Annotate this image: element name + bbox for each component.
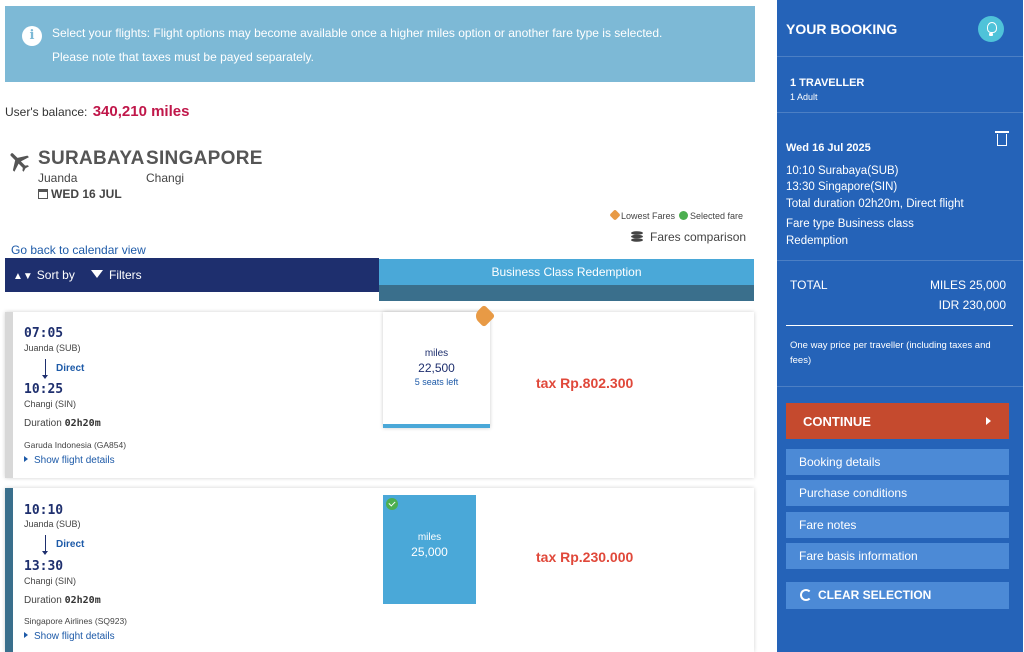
banner-line-2: Please note that taxes must be payed sep… xyxy=(52,50,314,64)
banner-line-1: Select your flights: Flight options may … xyxy=(52,26,663,40)
traveller-type: 1 Adult xyxy=(790,92,818,102)
flight-duration: Duration 02h20m xyxy=(24,418,101,429)
travel-date-text: WED 16 JUL xyxy=(51,187,122,201)
balance-value: 340,210 miles xyxy=(92,103,190,120)
origin-airport: Juanda xyxy=(38,171,78,185)
show-flight-details-link[interactable]: Show flight details xyxy=(24,631,115,642)
arrival-time: 13:30 xyxy=(24,559,64,574)
booking-fare-type-2: Redemption xyxy=(786,235,849,247)
balance-label: User's balance: xyxy=(5,105,88,119)
plane-icon xyxy=(10,153,29,172)
tax-amount: tax Rp.230.000 xyxy=(536,549,634,565)
departure-airport: Juanda (SUB) xyxy=(24,343,81,353)
fare-miles-amount: 25,000 xyxy=(411,545,448,559)
booking-details-link[interactable]: Booking details xyxy=(786,449,1009,475)
booking-departure: 10:10 Surabaya(SUB) xyxy=(786,165,899,177)
user-balance: User's balance: 340,210 miles xyxy=(5,103,189,120)
traveller-count: 1 TRAVELLER xyxy=(790,77,865,89)
airline-name: Garuda Indonesia (GA854) xyxy=(24,440,127,450)
airline-name: Singapore Airlines (SQ923) xyxy=(24,616,128,626)
fare-miles-label: miles xyxy=(417,532,442,543)
arrival-airport: Changi (SIN) xyxy=(24,576,77,586)
flight-card: 07:05 Juanda (SUB) Direct 10:25 Changi (… xyxy=(5,312,754,478)
fare-notes-link[interactable]: Fare notes xyxy=(786,512,1009,538)
filters-label: Filters xyxy=(109,268,142,282)
trash-icon[interactable] xyxy=(995,131,1009,146)
fare-option-selected[interactable]: miles 25,000 xyxy=(383,495,476,604)
direct-label: Direct xyxy=(56,539,85,550)
divider xyxy=(777,56,1023,57)
booking-duration: Total duration 02h20m, Direct flight xyxy=(786,198,964,210)
sort-filter-bar: ▲▼ Sort by Filters xyxy=(5,258,379,292)
duration-value: 02h20m xyxy=(64,418,101,429)
fare-legend: Lowest Fares Selected fare xyxy=(609,209,744,221)
departure-time: 07:05 xyxy=(24,326,64,341)
info-banner: i Select your flights: Flight options ma… xyxy=(5,6,755,82)
travel-date: WED 16 JUL xyxy=(38,187,122,201)
destination-airport: Changi xyxy=(146,171,185,185)
arrival-airport: Changi (SIN) xyxy=(24,399,77,409)
price-note: One way price per traveller (including t… xyxy=(790,340,991,366)
sort-by-button[interactable]: ▲▼ Sort by xyxy=(13,268,75,282)
booking-sidebar: YOUR BOOKING 1 TRAVELLER 1 Adult Wed 16 … xyxy=(777,0,1023,652)
route-line xyxy=(42,359,48,379)
total-miles: MILES 25,000 xyxy=(929,278,1006,292)
duration-label: Duration xyxy=(24,418,62,429)
purchase-conditions-link[interactable]: Purchase conditions xyxy=(786,480,1009,506)
booking-date: Wed 16 Jul 2025 xyxy=(786,142,871,154)
refresh-icon xyxy=(800,589,812,601)
divider xyxy=(786,325,1013,326)
filter-icon xyxy=(91,270,103,278)
total-label: TOTAL xyxy=(790,278,828,292)
departure-airport: Juanda (SUB) xyxy=(24,519,81,529)
legend-selected: Selected fare xyxy=(690,211,744,221)
continue-button[interactable]: CONTINUE xyxy=(786,403,1009,439)
direct-label: Direct xyxy=(56,363,85,374)
arrival-time: 10:25 xyxy=(24,382,64,397)
divider xyxy=(777,260,1023,261)
info-icon: i xyxy=(22,26,42,46)
fares-comparison-label: Fares comparison xyxy=(650,230,747,244)
fare-column-header-bar xyxy=(379,285,754,301)
calendar-icon xyxy=(38,189,48,199)
departure-time: 10:10 xyxy=(24,503,64,518)
selected-check-icon xyxy=(386,498,398,510)
duration-value: 02h20m xyxy=(64,595,101,606)
sidebar-title: YOUR BOOKING xyxy=(786,21,898,37)
divider xyxy=(777,112,1023,113)
fare-miles-label: miles xyxy=(424,348,449,359)
route-destination: SINGAPORE xyxy=(146,148,263,169)
coins-icon xyxy=(631,231,643,242)
fares-comparison-button[interactable]: Fares comparison xyxy=(630,230,746,244)
fare-column-header: Business Class Redemption xyxy=(379,259,754,285)
show-flight-details-link[interactable]: Show flight details xyxy=(24,455,115,466)
divider xyxy=(777,386,1023,387)
clear-selection-label: CLEAR SELECTION xyxy=(818,588,932,602)
booking-arrival: 13:30 Singapore(SIN) xyxy=(786,181,898,193)
route-origin: SURABAYA xyxy=(38,148,145,169)
selected-check-icon xyxy=(679,211,689,220)
chevron-right-icon xyxy=(986,417,991,425)
clear-selection-button[interactable]: CLEAR SELECTION xyxy=(786,582,1009,609)
fare-miles-amount: 22,500 xyxy=(418,361,455,375)
seats-left: 5 seats left xyxy=(414,377,459,387)
filters-button[interactable]: Filters xyxy=(91,268,142,282)
continue-label: CONTINUE xyxy=(803,414,871,429)
tax-amount: tax Rp.802.300 xyxy=(536,375,634,391)
duration-label: Duration xyxy=(24,595,62,606)
flight-selection-main: i Select your flights: Flight options ma… xyxy=(0,0,770,652)
flight-card: 10:10 Juanda (SUB) Direct 13:30 Changi (… xyxy=(5,488,754,652)
fare-basis-link[interactable]: Fare basis information xyxy=(786,543,1009,569)
back-to-calendar-link[interactable]: Go back to calendar view xyxy=(11,243,146,257)
total-idr: IDR 230,000 xyxy=(938,298,1006,312)
legend-lowest: Lowest Fares xyxy=(621,211,676,221)
lightbulb-icon[interactable] xyxy=(978,16,1004,42)
route-line xyxy=(42,535,48,555)
fare-option[interactable]: miles 22,500 5 seats left xyxy=(383,304,496,428)
flight-duration: Duration 02h20m xyxy=(24,595,101,606)
lowest-fare-tag-icon xyxy=(609,209,621,221)
sort-icon: ▲▼ xyxy=(13,271,33,282)
sort-by-label: Sort by xyxy=(36,268,75,282)
booking-fare-type: Fare type Business class xyxy=(786,218,914,230)
